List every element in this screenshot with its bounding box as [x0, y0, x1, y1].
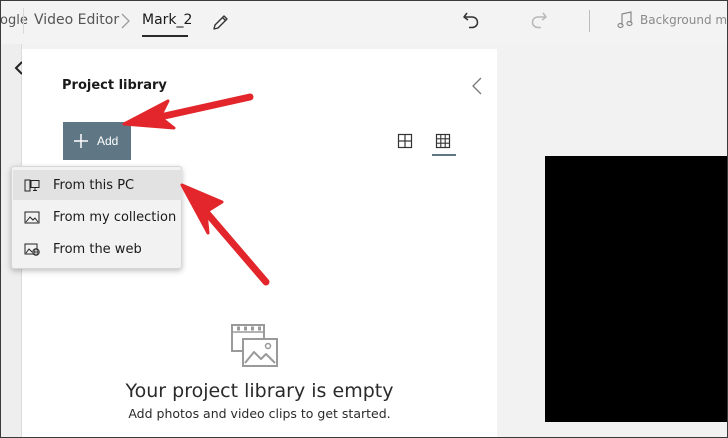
menu-item-label: From this PC — [53, 178, 135, 193]
background-music-button[interactable]: Background music — [640, 13, 728, 27]
chevron-right-icon — [121, 13, 130, 29]
divider — [23, 8, 24, 34]
empty-library-title: Your project library is empty — [125, 380, 394, 402]
plus-icon — [74, 134, 88, 148]
pc-icon — [24, 179, 40, 192]
title-bar: ogle Video Editor Mark_2 Background musi… — [0, 0, 728, 44]
redo-icon[interactable] — [529, 10, 549, 30]
small-grid-view-icon[interactable] — [435, 133, 451, 149]
breadcrumb-underline — [142, 35, 188, 37]
music-note-icon[interactable] — [617, 11, 633, 29]
menu-item-label: From my collection — [53, 210, 177, 225]
collapse-panel-icon[interactable] — [470, 76, 484, 96]
divider — [589, 10, 590, 32]
selected-view-indicator — [432, 154, 456, 156]
add-media-menu: From this PC From my collection From the… — [11, 166, 182, 269]
video-preview[interactable] — [545, 156, 728, 422]
add-button-label: Add — [97, 134, 119, 148]
undo-icon[interactable] — [461, 10, 481, 30]
media-placeholder-icon — [231, 324, 278, 367]
project-library-title: Project library — [62, 78, 167, 93]
web-icon — [24, 243, 40, 256]
breadcrumb-video-editor[interactable]: Video Editor — [34, 12, 119, 28]
large-grid-view-icon[interactable] — [397, 133, 413, 149]
menu-item-label: From the web — [53, 242, 142, 257]
menu-item-from-this-pc[interactable]: From this PC — [13, 170, 182, 200]
pencil-edit-icon[interactable] — [211, 12, 231, 32]
breadcrumb-project-name[interactable]: Mark_2 — [142, 12, 192, 28]
add-button[interactable]: Add — [63, 122, 131, 160]
menu-item-from-the-web[interactable]: From the web — [13, 234, 182, 264]
empty-library-subtitle: Add photos and video clips to get starte… — [128, 406, 391, 421]
collection-icon — [24, 211, 40, 224]
menu-item-from-my-collection[interactable]: From my collection — [13, 202, 182, 232]
